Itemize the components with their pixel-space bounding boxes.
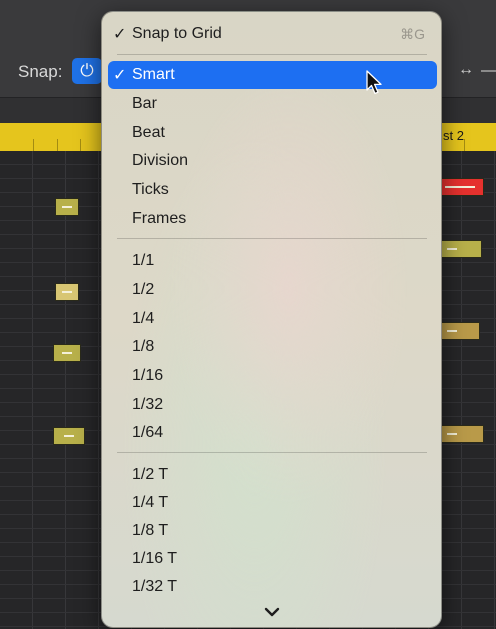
menu-item-division-1-2[interactable]: 1/2 (102, 276, 441, 304)
menu-item-label: 1/2 (132, 281, 155, 298)
horizontal-resize-icon[interactable]: ↔ (458, 61, 474, 79)
menu-item-triplet-1-2[interactable]: 1/2 T (102, 461, 441, 489)
menu-item-beat[interactable]: Beat (102, 119, 441, 147)
mouse-pointer-icon (366, 70, 382, 95)
snap-power-button[interactable]: ⏻ (72, 58, 102, 84)
menu-item-frames[interactable]: Frames (102, 205, 441, 233)
ruler-tick (80, 139, 81, 151)
menu-item-label: 1/32 (132, 396, 164, 413)
menu-item-label: 1/4 (132, 310, 155, 327)
midi-note[interactable] (55, 283, 79, 301)
menu-item-triplet-1-4[interactable]: 1/4 T (102, 489, 441, 517)
menu-item-bar[interactable]: Bar (102, 90, 441, 118)
ruler-tick (33, 139, 34, 151)
menu-separator (117, 54, 427, 55)
midi-note[interactable] (436, 425, 484, 443)
checkmark-icon: ✓ (113, 67, 127, 84)
menu-item-division-1-8[interactable]: 1/8 (102, 333, 441, 361)
menu-item-snap-to-grid[interactable]: ✓ Snap to Grid ⌘G (102, 20, 441, 48)
menu-item-triplet-1-8[interactable]: 1/8 T (102, 517, 441, 545)
menu-item-label: 1/2 T (132, 466, 169, 483)
midi-note[interactable] (436, 178, 484, 196)
menu-item-ticks[interactable]: Ticks (102, 176, 441, 204)
menu-item-label: 1/1 (132, 252, 155, 269)
menu-item-division-1-64[interactable]: 1/64 (102, 419, 441, 447)
chevron-down-icon[interactable] (260, 606, 284, 620)
menu-item-label: 1/4 T (132, 494, 169, 511)
menu-separator (117, 238, 427, 239)
menu-item-label: Frames (132, 210, 187, 227)
menu-item-label: 1/64 (132, 424, 164, 441)
menu-item-division[interactable]: Division (102, 147, 441, 175)
midi-note[interactable] (436, 322, 480, 340)
menu-item-division-1-1[interactable]: 1/1 (102, 247, 441, 275)
menu-item-smart[interactable]: ✓ Smart (108, 61, 437, 89)
menu-separator (117, 452, 427, 453)
menu-item-label: Bar (132, 95, 157, 112)
menu-item-label: 1/16 (132, 367, 164, 384)
menu-item-label: Beat (132, 124, 165, 141)
menu-item-label: 1/16 T (132, 550, 178, 567)
checkmark-icon: ✓ (113, 26, 127, 43)
ruler-tick (57, 139, 58, 151)
ruler-tick (464, 139, 465, 151)
menu-item-label: Division (132, 152, 189, 169)
midi-note[interactable] (55, 198, 79, 216)
menu-item-label: 1/8 T (132, 522, 169, 539)
menu-item-label: Smart (132, 66, 175, 83)
midi-note[interactable] (53, 344, 81, 362)
menu-item-triplet-1-16[interactable]: 1/16 T (102, 545, 441, 573)
menu-item-label: Snap to Grid (132, 25, 222, 42)
menu-item-label: 1/8 (132, 338, 155, 355)
menu-item-division-1-32[interactable]: 1/32 (102, 391, 441, 419)
midi-note[interactable] (436, 240, 482, 258)
menu-item-division-1-16[interactable]: 1/16 (102, 362, 441, 390)
menu-item-label: 1/32 T (132, 578, 178, 595)
menu-item-label: Ticks (132, 181, 169, 198)
zoom-slider[interactable] (481, 70, 496, 72)
shortcut-label: ⌘G (400, 26, 425, 42)
menu-item-triplet-1-32[interactable]: 1/32 T (102, 573, 441, 601)
menu-item-division-1-4[interactable]: 1/4 (102, 305, 441, 333)
snap-menu: ✓ Snap to Grid ⌘G ✓ Smart Bar Beat Divis… (101, 11, 442, 628)
midi-note[interactable] (53, 427, 85, 445)
snap-label: Snap: (18, 62, 63, 81)
ruler-bar-label: st 2 (443, 128, 464, 143)
power-icon: ⏻ (80, 61, 94, 80)
